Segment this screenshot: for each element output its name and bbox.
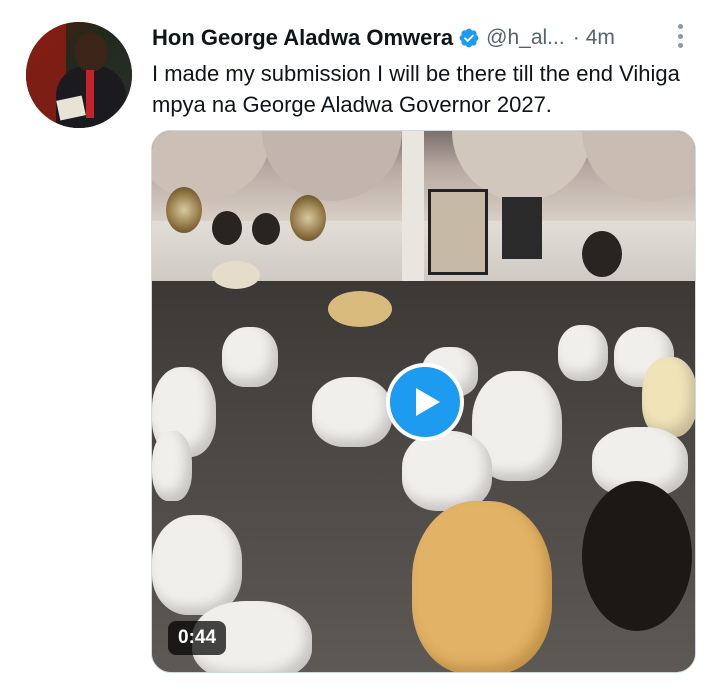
author-handle[interactable]: @h_al... [486,26,565,50]
play-icon [416,388,440,416]
video-player[interactable]: 0:44 [151,130,696,673]
verified-badge-icon [458,27,480,49]
more-options-icon[interactable] [672,22,688,50]
tweet-text: I made my submission I will be there til… [152,61,680,117]
avatar[interactable] [26,22,132,128]
tweet-timestamp[interactable]: 4m [586,26,615,50]
play-button[interactable] [386,363,464,441]
author-name[interactable]: Hon George Aladwa Omwera [152,25,453,51]
tweet[interactable]: Hon George Aladwa Omwera @h_al... · 4m I… [0,0,720,691]
video-duration-badge: 0:44 [168,621,227,655]
separator-dot: · [572,26,580,49]
tweet-header: Hon George Aladwa Omwera @h_al... · 4m [152,22,615,54]
